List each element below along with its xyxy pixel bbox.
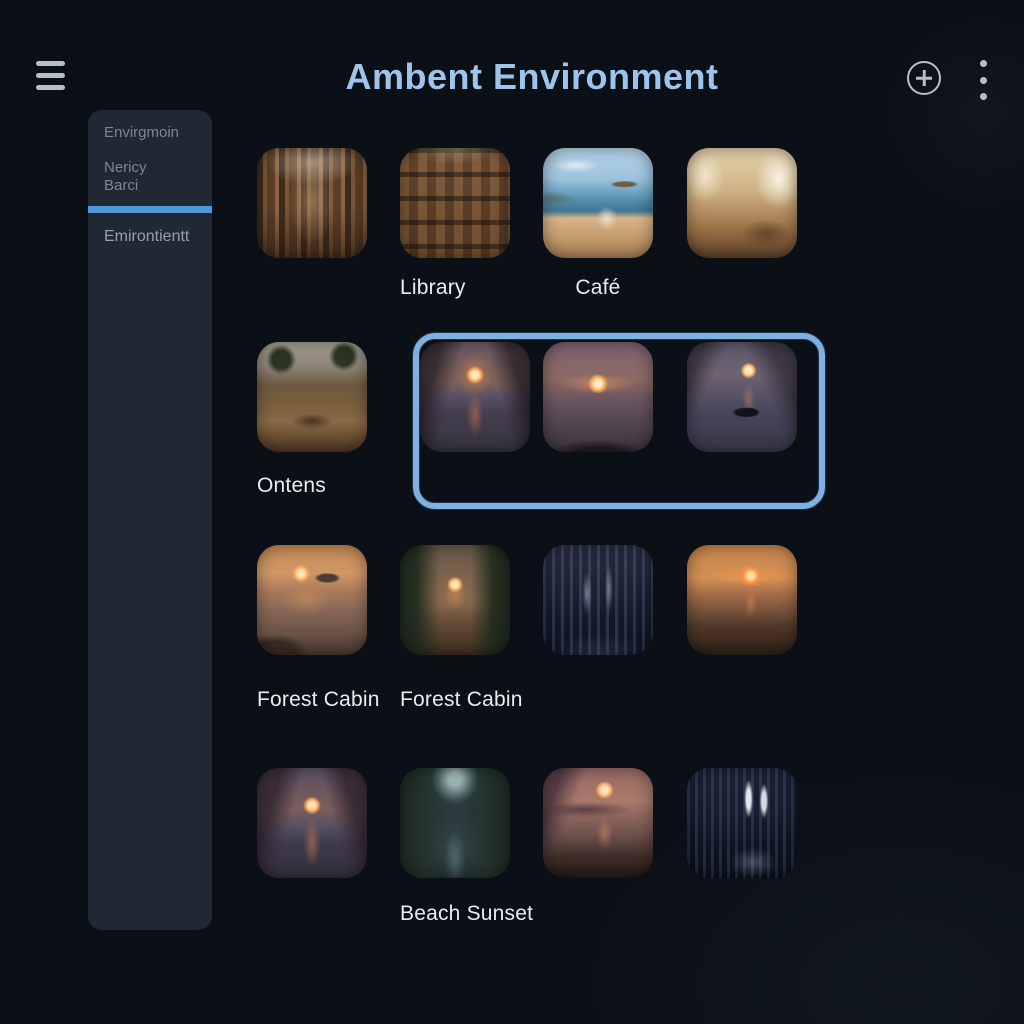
- thumbnail-label: Forest Cabin: [257, 688, 387, 712]
- environment-thumbnail-courtyard[interactable]: [257, 342, 367, 452]
- environment-thumbnail-lake-sunset[interactable]: [420, 342, 530, 452]
- thumbnail-label: Beach Sunset: [400, 902, 530, 926]
- environment-thumbnail-beach-dark-sunset[interactable]: [687, 545, 797, 655]
- thumbnail-label: Forest Cabin: [400, 688, 530, 712]
- environment-thumbnail-library-aisle[interactable]: [257, 148, 367, 258]
- environment-thumbnail-lake-mountains[interactable]: [257, 768, 367, 878]
- thumbnail-label: Ontens: [257, 474, 387, 498]
- thumbnail-label: Library: [400, 276, 530, 300]
- environment-thumbnail-lake-boat[interactable]: [687, 342, 797, 452]
- environment-thumbnail-forest-river[interactable]: [400, 768, 510, 878]
- environment-thumbnail-forest-track[interactable]: [400, 545, 510, 655]
- environment-thumbnail-ocean-sunset[interactable]: [543, 342, 653, 452]
- environment-thumbnail-city-night[interactable]: [543, 545, 653, 655]
- thumbnail-label: Café: [543, 276, 653, 300]
- environment-thumbnail-beach-mountain-sunset[interactable]: [543, 768, 653, 878]
- environment-grid: Library Café Ontens Forest Cabin Forest Cabi…: [0, 0, 1024, 1024]
- environment-thumbnail-library-corner[interactable]: [400, 148, 510, 258]
- environment-thumbnail-living-room[interactable]: [687, 148, 797, 258]
- environment-thumbnail-ocean-island[interactable]: [257, 545, 367, 655]
- environment-thumbnail-city-night-water[interactable]: [687, 768, 797, 878]
- environment-thumbnail-beach-chair[interactable]: [543, 148, 653, 258]
